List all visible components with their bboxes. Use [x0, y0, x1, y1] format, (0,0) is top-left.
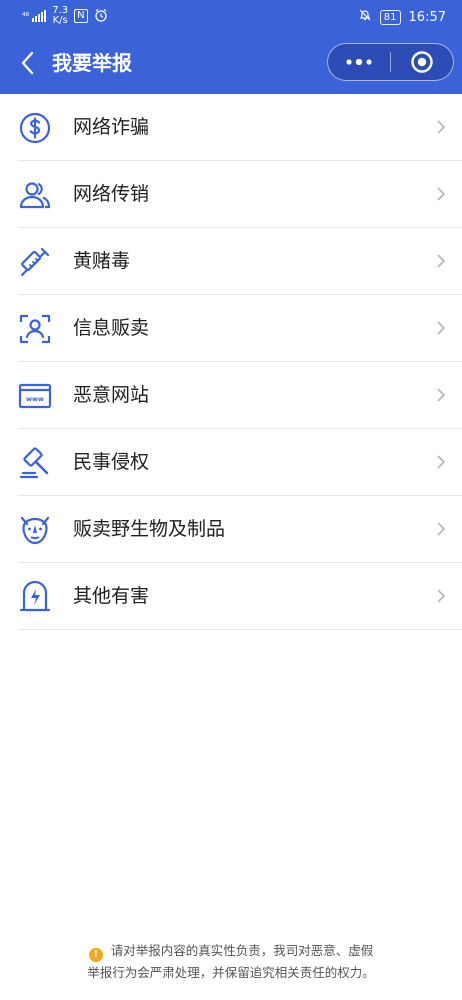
battery-indicator: 81 — [379, 9, 401, 25]
chevron-right-icon — [437, 388, 446, 402]
mute-bell-icon — [358, 8, 372, 26]
miniprogram-capsule — [327, 43, 454, 81]
list-item-label: 贩卖野生物及制品 — [73, 518, 226, 540]
list-item-pyramid-selling[interactable]: 网络传销 — [18, 161, 462, 228]
target-circle-icon — [411, 51, 433, 73]
syringe-icon — [20, 247, 50, 277]
lightning-tombstone-icon — [19, 580, 51, 612]
more-button[interactable] — [328, 44, 390, 80]
disclaimer: ! 请对举报内容的真实性负责，我司对恶意、虚假 举报行为会严肃处理，并保留追究相关… — [0, 940, 462, 984]
list-item-wildlife-trade[interactable]: 贩卖野生物及制品 — [18, 496, 462, 563]
list-item-label: 信息贩卖 — [73, 317, 150, 339]
list-item-porn-gambling-drugs[interactable]: 黄赌毒 — [18, 228, 462, 295]
app-header: ⁴⁶ 7.3 K/s N 81 16:57 我要举报 — [0, 0, 462, 94]
title-bar: 我要举报 — [0, 32, 462, 94]
svg-text:www: www — [26, 395, 44, 403]
net-speed-unit: K/s — [52, 15, 68, 26]
gavel-icon — [19, 447, 49, 479]
list-item-information-selling[interactable]: 信息贩卖 — [18, 295, 462, 362]
more-dots-icon — [346, 59, 372, 65]
chevron-right-icon — [437, 522, 446, 536]
list-item-malicious-website[interactable]: www 恶意网站 — [18, 362, 462, 429]
rhino-icon — [20, 516, 50, 545]
status-bar: ⁴⁶ 7.3 K/s N 81 16:57 — [0, 0, 462, 32]
list-item-label: 网络传销 — [73, 183, 150, 205]
page-title: 我要举报 — [52, 51, 132, 75]
disclaimer-line-2: 举报行为会严肃处理，并保留追究相关责任的权力。 — [87, 965, 375, 980]
signal-label: ⁴⁶ — [22, 12, 30, 22]
chevron-right-icon — [437, 120, 446, 134]
chevron-right-icon — [437, 254, 446, 268]
user-scan-icon — [19, 314, 51, 344]
dollar-icon — [19, 112, 51, 144]
chevron-right-icon — [437, 187, 446, 201]
signal-icon: ⁴⁶ — [22, 10, 47, 22]
chevron-right-icon — [437, 589, 446, 603]
nfc-icon: N — [74, 9, 88, 23]
list-item-fraud[interactable]: 网络诈骗 — [18, 94, 462, 161]
list-item-other-harmful[interactable]: 其他有害 — [18, 563, 462, 630]
list-item-label: 恶意网站 — [73, 384, 150, 406]
list-item-label: 网络诈骗 — [73, 116, 150, 138]
disclaimer-line-1: 请对举报内容的真实性负责，我司对恶意、虚假 — [110, 943, 374, 958]
website-icon: www — [18, 383, 52, 409]
list-item-label: 其他有害 — [73, 585, 150, 607]
clock: 16:57 — [408, 9, 446, 25]
chevron-right-icon — [437, 321, 446, 335]
close-miniprogram-button[interactable] — [391, 44, 453, 80]
chevron-left-icon — [21, 51, 34, 75]
warning-icon: ! — [88, 948, 103, 962]
users-icon — [19, 182, 51, 209]
chevron-right-icon — [437, 455, 446, 469]
list-item-label: 黄赌毒 — [73, 250, 131, 272]
list-item-civil-infringement[interactable]: 民事侵权 — [18, 429, 462, 496]
alarm-icon — [94, 8, 108, 25]
back-button[interactable] — [14, 48, 40, 78]
list-item-label: 民事侵权 — [73, 451, 150, 473]
network-speed: 7.3 K/s — [52, 6, 68, 26]
report-category-list: 网络诈骗 网络传销 黄赌毒 信息贩卖 www 恶意网站 民事侵权 贩卖野生物及制… — [0, 94, 462, 630]
